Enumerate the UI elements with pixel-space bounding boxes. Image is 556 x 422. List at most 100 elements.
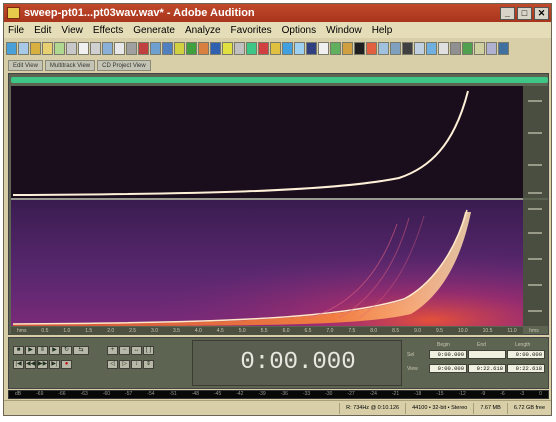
- view-length-field[interactable]: 0:22.618: [507, 364, 545, 373]
- go-to-start-button[interactable]: |◀: [13, 360, 24, 369]
- pause-button[interactable]: Ⅱ: [37, 346, 48, 355]
- toolbar-button[interactable]: [426, 41, 437, 55]
- toolbar-button[interactable]: [198, 41, 209, 55]
- view-end-field[interactable]: 0:22.618: [468, 364, 506, 373]
- status-size: 7.67 MB: [473, 402, 506, 414]
- play-button[interactable]: ▶: [25, 346, 36, 355]
- toolbar-button[interactable]: [162, 41, 173, 55]
- toolbar-button[interactable]: [126, 41, 137, 55]
- maximize-icon[interactable]: □: [517, 6, 532, 20]
- selection-length-field[interactable]: 0:00.000: [507, 350, 545, 359]
- play-to-end-button[interactable]: ▶: [49, 346, 60, 355]
- menu-edit[interactable]: Edit: [34, 25, 51, 36]
- toolbar-button[interactable]: [318, 41, 329, 55]
- toolbar-button[interactable]: [102, 41, 113, 55]
- toolbar-button[interactable]: [450, 41, 461, 55]
- toolbar-button[interactable]: [246, 41, 257, 55]
- minimize-icon[interactable]: _: [500, 6, 515, 20]
- toolbar-button[interactable]: [474, 41, 485, 55]
- toolbar-button[interactable]: [330, 41, 341, 55]
- toolbar-button[interactable]: [486, 41, 497, 55]
- toolbar-button[interactable]: [210, 41, 221, 55]
- zoom-left-button[interactable]: ◁: [107, 360, 118, 369]
- zoom-in-button[interactable]: +: [107, 346, 118, 355]
- menu-generate[interactable]: Generate: [133, 25, 175, 36]
- record-button[interactable]: ●: [61, 360, 72, 369]
- zoom-vertical-in-button[interactable]: ↕: [131, 360, 142, 369]
- toolbar-button[interactable]: [78, 41, 89, 55]
- toolbar-button[interactable]: [6, 41, 17, 55]
- close-icon[interactable]: ✕: [534, 6, 549, 20]
- left-channel-ruler: [523, 86, 548, 198]
- toolbar-button[interactable]: [66, 41, 77, 55]
- toolbar-button[interactable]: [438, 41, 449, 55]
- tab-edit-view[interactable]: Edit View: [8, 60, 43, 71]
- view-begin-field[interactable]: 0:00.000: [429, 364, 467, 373]
- zoom-selection-button[interactable]: [ ]: [143, 346, 154, 355]
- timeline-tick: 7.0: [326, 328, 334, 334]
- toolbar-button[interactable]: [90, 41, 101, 55]
- selection-end-field[interactable]: [468, 350, 506, 359]
- toolbar-button[interactable]: [114, 41, 125, 55]
- level-tick: -3: [519, 391, 525, 397]
- level-tick: -48: [191, 391, 199, 397]
- menu-help[interactable]: Help: [372, 25, 393, 36]
- toolbar-button[interactable]: [402, 41, 413, 55]
- zoom-out-button[interactable]: −: [119, 346, 130, 355]
- toolbar-button[interactable]: [42, 41, 53, 55]
- toolbar-button[interactable]: [186, 41, 197, 55]
- menu-effects[interactable]: Effects: [93, 25, 123, 36]
- toolbar-button[interactable]: [354, 41, 365, 55]
- app-icon: [7, 7, 20, 19]
- play-looped-button[interactable]: ⇆: [73, 346, 89, 355]
- timeline-tick: 2.0: [107, 328, 115, 334]
- timeline-tick: 3.5: [172, 328, 180, 334]
- toolbar-button[interactable]: [366, 41, 377, 55]
- toolbar-button[interactable]: [294, 41, 305, 55]
- timeline-tick: 8.0: [370, 328, 378, 334]
- toolbar-button[interactable]: [222, 41, 233, 55]
- toolbar-button[interactable]: [30, 41, 41, 55]
- overview-bar[interactable]: [11, 77, 548, 83]
- toolbar-button[interactable]: [306, 41, 317, 55]
- stop-button[interactable]: ■: [13, 346, 24, 355]
- toolbar-button[interactable]: [18, 41, 29, 55]
- toolbar-button[interactable]: [378, 41, 389, 55]
- tab-multitrack-view[interactable]: Multitrack View: [44, 60, 96, 71]
- loop-button[interactable]: ↻: [61, 346, 72, 355]
- fast-forward-button[interactable]: ▶▶: [37, 360, 48, 369]
- menu-view[interactable]: View: [61, 25, 83, 36]
- menu-options[interactable]: Options: [282, 25, 316, 36]
- ruler-mark: [528, 192, 542, 194]
- spectral-view[interactable]: [9, 86, 550, 326]
- zoom-vertical-out-button[interactable]: ⇕: [143, 360, 154, 369]
- menu-file[interactable]: File: [8, 25, 24, 36]
- status-bar: R: 734Hz @ 0:10.126 44100 • 32-bit • Ste…: [4, 400, 551, 415]
- timeline-ruler[interactable]: hms 0.5 1.0 1.5 2.0 2.5 3.0 3.5 4.0 4.5 5.0 5.5 6.0 6…: [11, 327, 523, 335]
- level-tick: -51: [169, 391, 177, 397]
- toolbar-button[interactable]: [54, 41, 65, 55]
- toolbar-button[interactable]: [150, 41, 161, 55]
- timeline-tick: 7.5: [348, 328, 356, 334]
- toolbar-button[interactable]: [498, 41, 509, 55]
- toolbar-button[interactable]: [258, 41, 269, 55]
- toolbar-button[interactable]: [390, 41, 401, 55]
- toolbar-button[interactable]: [234, 41, 245, 55]
- toolbar-button[interactable]: [462, 41, 473, 55]
- tab-cd-project-view[interactable]: CD Project View: [97, 60, 151, 71]
- zoom-full-button[interactable]: ↔: [131, 346, 142, 355]
- selection-begin-field[interactable]: 0:00.000: [429, 350, 467, 359]
- toolbar-button[interactable]: [270, 41, 281, 55]
- toolbar-button[interactable]: [138, 41, 149, 55]
- go-to-end-button[interactable]: ▶|: [49, 360, 60, 369]
- zoom-right-button[interactable]: ▷: [119, 360, 130, 369]
- menu-analyze[interactable]: Analyze: [185, 25, 221, 36]
- current-time: 0:00.000: [240, 349, 356, 376]
- menu-favorites[interactable]: Favorites: [231, 25, 272, 36]
- rewind-button[interactable]: ◀◀: [25, 360, 36, 369]
- menu-window[interactable]: Window: [326, 25, 362, 36]
- toolbar-button[interactable]: [282, 41, 293, 55]
- toolbar-button[interactable]: [414, 41, 425, 55]
- toolbar-button[interactable]: [174, 41, 185, 55]
- toolbar-button[interactable]: [342, 41, 353, 55]
